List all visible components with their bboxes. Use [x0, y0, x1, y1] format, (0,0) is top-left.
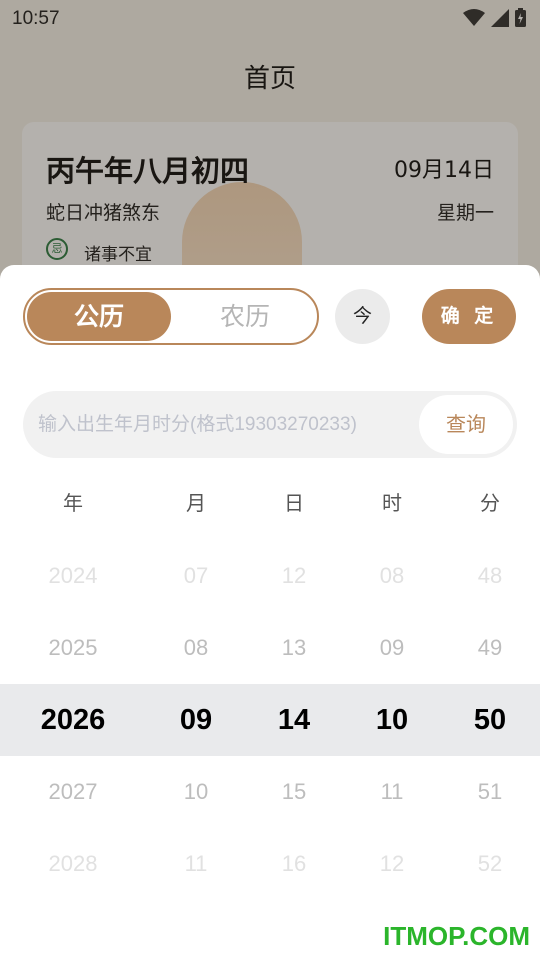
year-picker[interactable]: 2024 2025 2026 2027 2028: [18, 540, 128, 900]
picker-value[interactable]: 12: [239, 540, 349, 612]
column-header-minute: 分: [480, 491, 500, 515]
picker-value[interactable]: 10: [141, 756, 251, 828]
picker-value[interactable]: 16: [239, 828, 349, 900]
picker-value[interactable]: 51: [435, 756, 540, 828]
picker-value[interactable]: 2025: [18, 612, 128, 684]
birth-search-box: 查询: [23, 391, 517, 458]
day-picker[interactable]: 12 13 14 15 16: [239, 540, 349, 900]
picker-value[interactable]: 08: [141, 612, 251, 684]
picker-value[interactable]: 11: [141, 828, 251, 900]
month-picker[interactable]: 07 08 09 10 11: [141, 540, 251, 900]
picker-value[interactable]: 07: [141, 540, 251, 612]
column-header-day: 日: [284, 491, 304, 515]
column-header-hour: 时: [382, 491, 402, 515]
birth-datetime-input[interactable]: [38, 391, 418, 458]
calendar-type-toggle: 公历 农历: [23, 288, 319, 345]
picker-value-selected[interactable]: 14: [239, 684, 349, 756]
picker-value[interactable]: 12: [337, 828, 447, 900]
minute-picker[interactable]: 48 49 50 51 52: [435, 540, 540, 900]
picker-value[interactable]: 48: [435, 540, 540, 612]
picker-value[interactable]: 13: [239, 612, 349, 684]
column-header-month: 月: [186, 491, 206, 515]
picker-value[interactable]: 2027: [18, 756, 128, 828]
tab-solar-calendar[interactable]: 公历: [27, 292, 171, 341]
picker-value[interactable]: 49: [435, 612, 540, 684]
picker-value-selected[interactable]: 10: [337, 684, 447, 756]
query-button[interactable]: 查询: [419, 395, 513, 454]
tab-lunar-calendar[interactable]: 农历: [173, 292, 317, 341]
picker-value-selected[interactable]: 2026: [18, 684, 128, 756]
today-button[interactable]: 今: [335, 289, 390, 344]
picker-value-selected[interactable]: 09: [141, 684, 251, 756]
picker-value[interactable]: 09: [337, 612, 447, 684]
column-header-year: 年: [63, 491, 83, 515]
picker-value[interactable]: 11: [337, 756, 447, 828]
picker-value[interactable]: 2024: [18, 540, 128, 612]
picker-value-selected[interactable]: 50: [435, 684, 540, 756]
picker-value[interactable]: 15: [239, 756, 349, 828]
picker-value[interactable]: 52: [435, 828, 540, 900]
hour-picker[interactable]: 08 09 10 11 12: [337, 540, 447, 900]
watermark: ITMOP.COM: [383, 921, 530, 951]
date-picker-sheet: 公历 农历 今 确 定 查询 年 月 日 时 分 202420252026202…: [0, 265, 540, 960]
picker-value[interactable]: 08: [337, 540, 447, 612]
picker-value[interactable]: 2028: [18, 828, 128, 900]
confirm-button[interactable]: 确 定: [422, 289, 516, 344]
